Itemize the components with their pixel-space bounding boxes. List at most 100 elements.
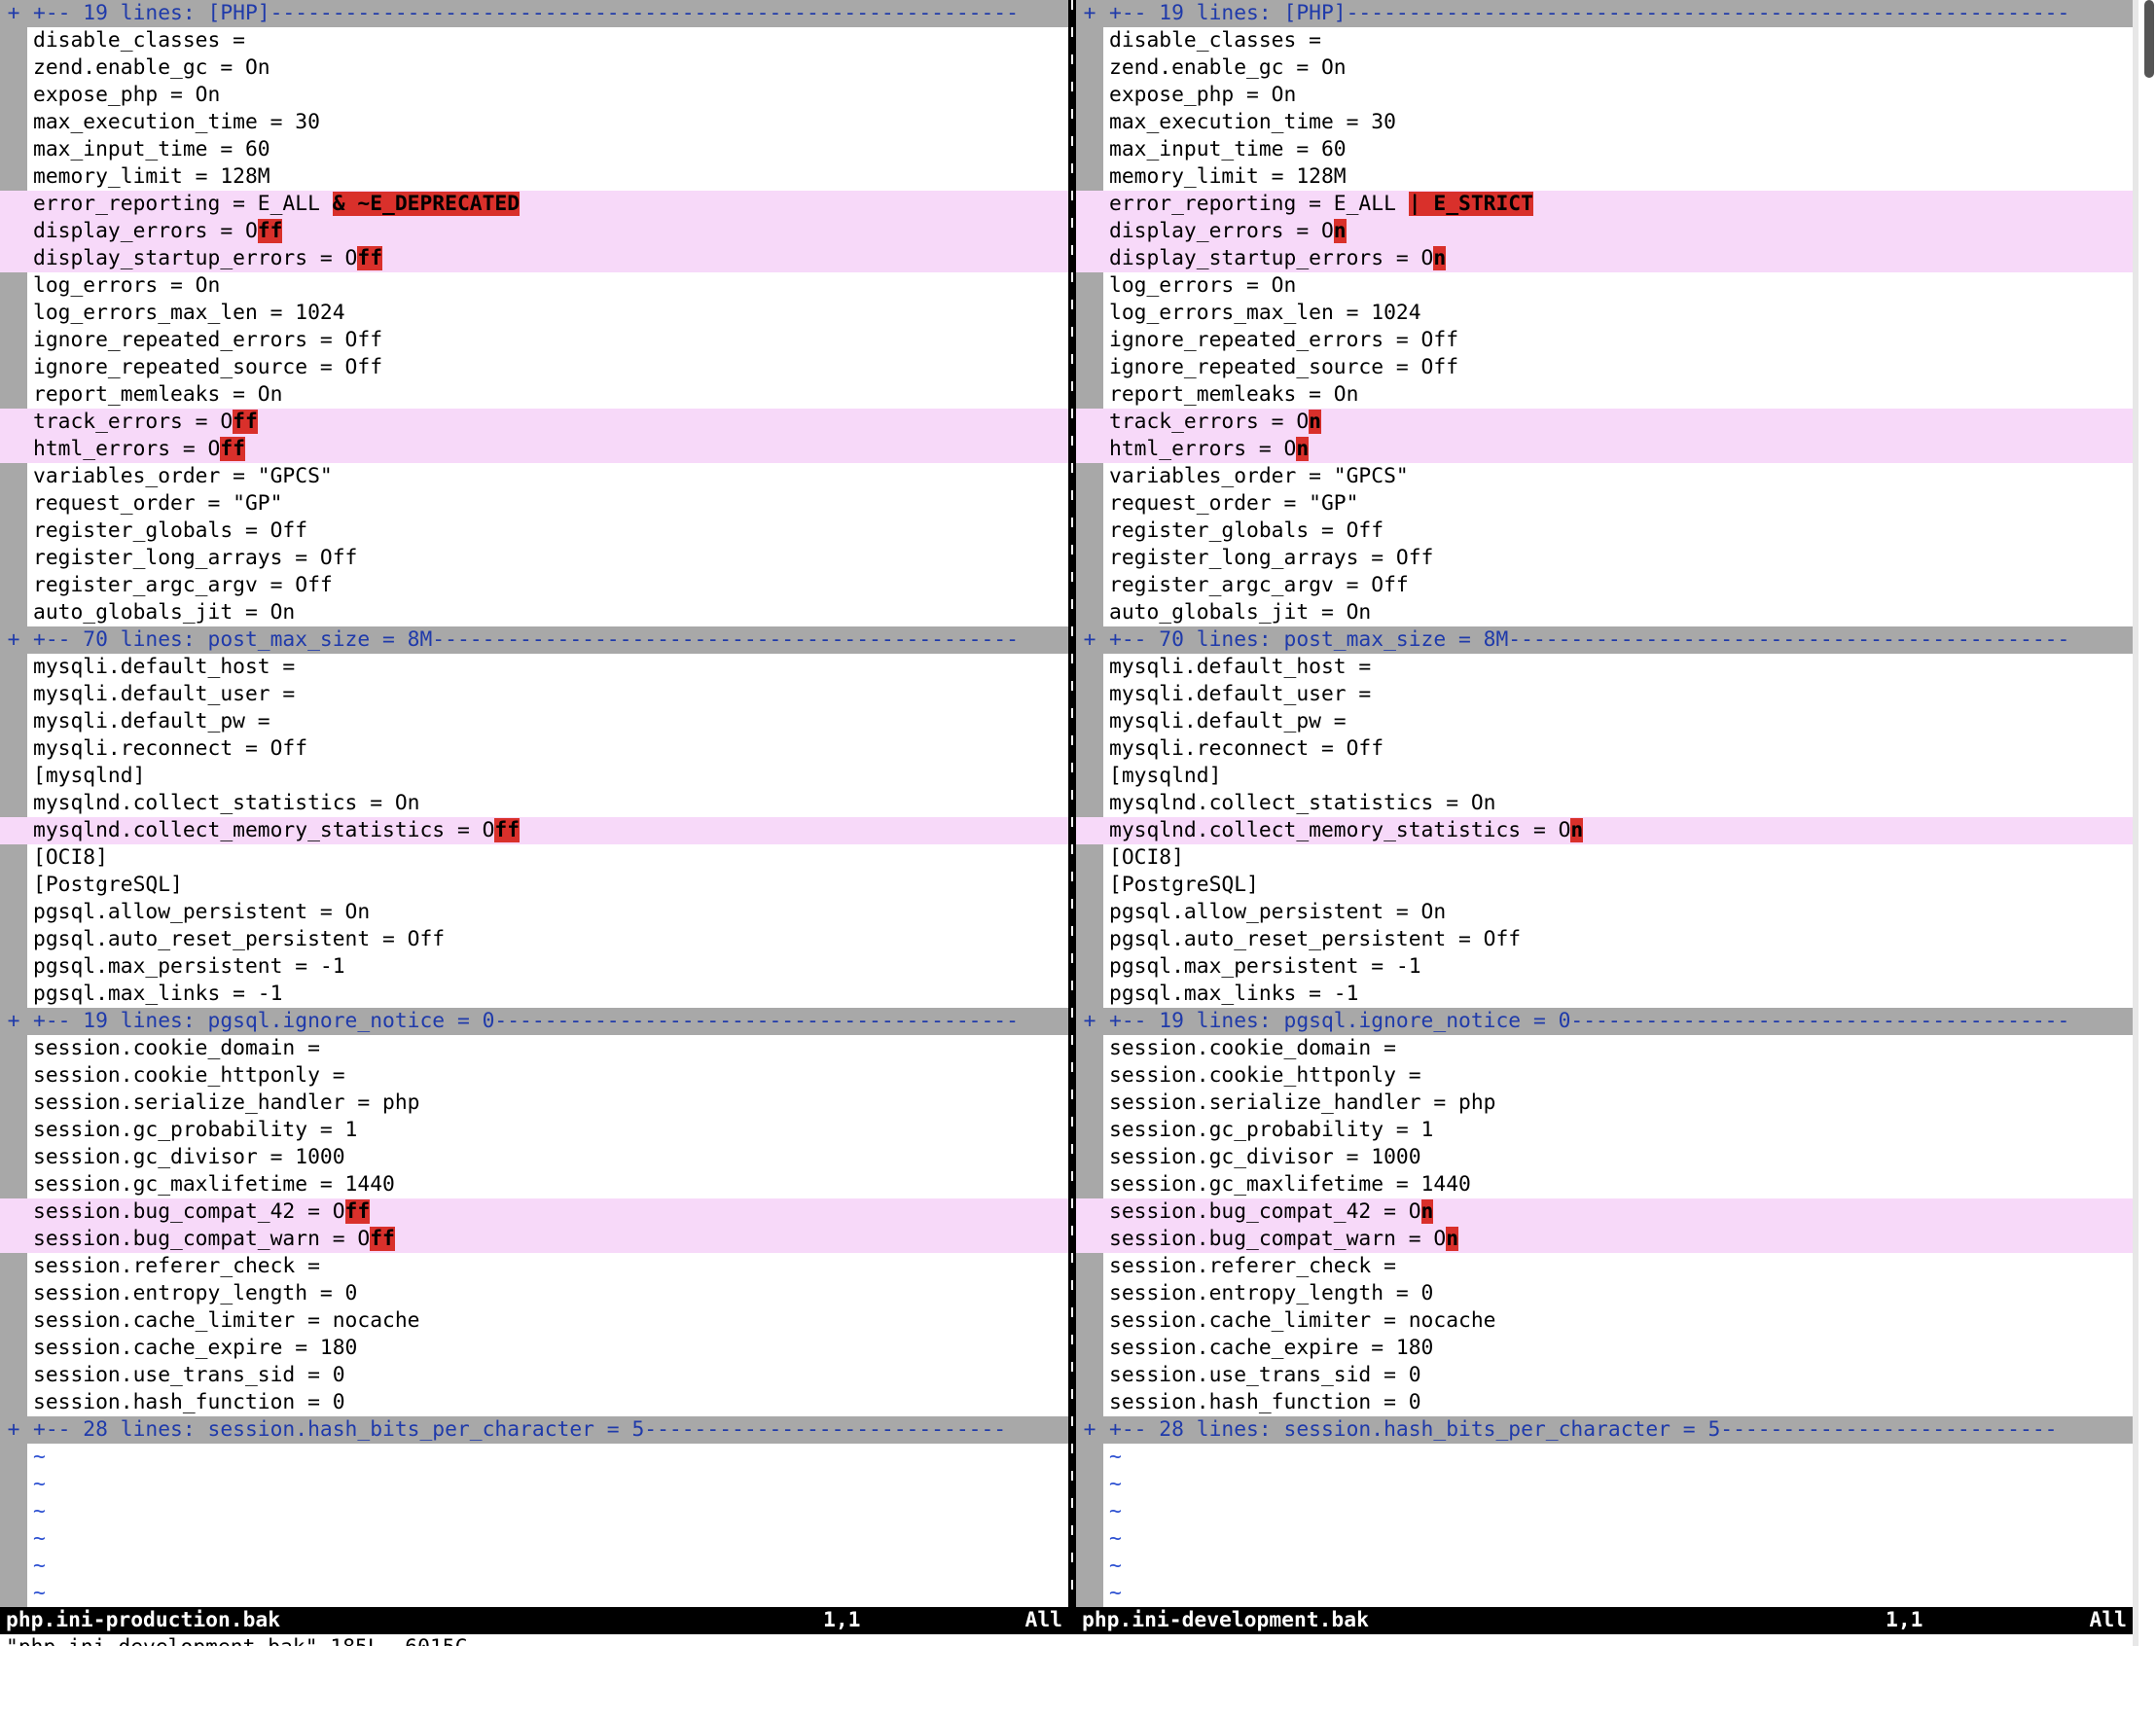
line-text: mysqlnd.collect_statistics = On: [33, 790, 419, 817]
line-text: register_globals = Off: [1109, 518, 1383, 545]
line-text-plain: session.gc_divisor = 1000: [33, 1145, 345, 1169]
right-scroll-percent: All: [2089, 1608, 2127, 1632]
code-line: [mysqlnd]: [0, 763, 1068, 790]
line-text-plain: memory_limit = 128M: [33, 164, 270, 189]
line-text-plain: session.gc_probability = 1: [33, 1118, 358, 1142]
line-text: session.entropy_length = 0: [33, 1280, 357, 1307]
fold-line[interactable]: + +-- 19 lines: [PHP]--------------------…: [0, 0, 1068, 27]
line-text-plain: report_memleaks = On: [1109, 382, 1359, 407]
changed-text: ff: [357, 246, 383, 270]
fold-line[interactable]: + +-- 70 lines: post_max_size = 8M-------…: [1076, 626, 2133, 654]
code-line: session.use_trans_sid = 0: [1076, 1362, 2133, 1389]
fold-line[interactable]: + +-- 28 lines: session.hash_bits_per_cha…: [1076, 1416, 2133, 1444]
line-text-plain: variables_order = "GPCS": [33, 464, 333, 488]
line-text: +-- 19 lines: pgsql.ignore_notice = 0---…: [33, 1008, 1019, 1035]
code-line: pgsql.max_persistent = -1: [0, 953, 1068, 981]
line-text: ~: [1109, 1498, 1122, 1525]
code-line: ignore_repeated_errors = Off: [0, 327, 1068, 354]
code-line: max_input_time = 60: [0, 136, 1068, 163]
code-line: mysqli.default_host =: [0, 654, 1068, 681]
line-text-plain: +-- 19 lines: [PHP]---------------------…: [1109, 1, 2070, 25]
line-text: variables_order = "GPCS": [1109, 463, 1409, 490]
code-line: expose_php = On: [1076, 82, 2133, 109]
changed-text: n: [1570, 818, 1584, 842]
line-text: track_errors = On: [1109, 409, 1321, 436]
line-text: session.cookie_httponly =: [33, 1062, 345, 1090]
fold-line[interactable]: + +-- 19 lines: [PHP]--------------------…: [1076, 0, 2133, 27]
line-text-plain: session.cookie_domain =: [1109, 1036, 1396, 1060]
code-line: session.hash_function = 0: [0, 1389, 1068, 1416]
line-text: pgsql.allow_persistent = On: [33, 899, 370, 926]
line-text-plain: log_errors_max_len = 1024: [1109, 301, 1421, 325]
fold-marker[interactable]: +: [0, 0, 27, 27]
changed-text: & ~E_DEPRECATED: [332, 192, 521, 216]
fold-marker[interactable]: +: [0, 1008, 27, 1035]
line-text-plain: +-- 19 lines: pgsql.ignore_notice = 0---…: [33, 1009, 1019, 1033]
empty-line-marker: ~: [1076, 1525, 2133, 1553]
changed-text: n: [1433, 246, 1447, 270]
right-lines: + +-- 19 lines: [PHP]--------------------…: [1076, 0, 2133, 1607]
code-line: session.gc_divisor = 1000: [1076, 1144, 2133, 1171]
changed-line: error_reporting = E_ALL | E_STRICT: [1076, 191, 2133, 218]
empty-line-marker: ~: [1076, 1580, 2133, 1607]
statusline-separator: [1068, 1607, 1076, 1634]
line-text-plain: ~: [33, 1472, 46, 1496]
line-text: +-- 19 lines: [PHP]---------------------…: [1109, 0, 2069, 27]
line-text: mysqli.reconnect = Off: [1109, 735, 1383, 763]
fold-line[interactable]: + +-- 19 lines: pgsql.ignore_notice = 0--…: [1076, 1008, 2133, 1035]
line-text-plain: register_globals = Off: [33, 518, 308, 543]
line-text: session.gc_divisor = 1000: [33, 1144, 345, 1171]
fold-line[interactable]: + +-- 19 lines: pgsql.ignore_notice = 0--…: [0, 1008, 1068, 1035]
line-text-plain: pgsql.max_links = -1: [33, 982, 283, 1006]
code-line: mysqli.reconnect = Off: [1076, 735, 2133, 763]
line-text-plain: ~: [33, 1554, 46, 1578]
line-text: ignore_repeated_errors = Off: [33, 327, 382, 354]
line-text: request_order = "GP": [33, 490, 282, 518]
line-text-plain: mysqli.reconnect = Off: [1109, 736, 1384, 761]
code-line: session.gc_maxlifetime = 1440: [0, 1171, 1068, 1198]
code-line: mysqli.default_host =: [1076, 654, 2133, 681]
right-diff-pane[interactable]: + +-- 19 lines: [PHP]--------------------…: [1076, 0, 2133, 1607]
line-text: pgsql.max_persistent = -1: [33, 953, 345, 981]
left-diff-pane[interactable]: + +-- 19 lines: [PHP]--------------------…: [0, 0, 1068, 1607]
line-text-plain: display_errors = O: [1109, 219, 1334, 243]
fold-marker[interactable]: +: [0, 626, 27, 654]
changed-text: n: [1420, 1199, 1434, 1224]
right-cursor-position: 1,1: [1886, 1608, 1923, 1632]
code-line: zend.enable_gc = On: [1076, 54, 2133, 82]
line-text-plain: pgsql.allow_persistent = On: [33, 900, 371, 924]
line-text-plain: display_startup_errors = O: [33, 246, 358, 270]
line-text: max_execution_time = 30: [1109, 109, 1396, 136]
fold-line[interactable]: + +-- 28 lines: session.hash_bits_per_cha…: [0, 1416, 1068, 1444]
changed-text: ff: [494, 818, 521, 842]
fold-marker[interactable]: +: [0, 1416, 27, 1444]
line-text: report_memleaks = On: [1109, 381, 1358, 409]
line-text: ~: [33, 1525, 46, 1553]
line-text: +-- 28 lines: session.hash_bits_per_char…: [33, 1416, 1006, 1444]
line-text-plain: ~: [1109, 1554, 1122, 1578]
line-text: session.cache_limiter = nocache: [1109, 1307, 1495, 1335]
line-text: auto_globals_jit = On: [1109, 599, 1371, 626]
code-line: mysqlnd.collect_statistics = On: [1076, 790, 2133, 817]
command-line[interactable]: "php.ini-development.bak" 185L, 6015C: [6, 1634, 467, 1646]
empty-line-marker: ~: [1076, 1498, 2133, 1525]
fold-line[interactable]: + +-- 70 lines: post_max_size = 8M-------…: [0, 626, 1068, 654]
vertical-split-separator[interactable]: [1068, 0, 1076, 1607]
empty-line-marker: ~: [0, 1525, 1068, 1553]
empty-line-marker: ~: [0, 1471, 1068, 1498]
code-line: mysqli.reconnect = Off: [0, 735, 1068, 763]
code-line: request_order = "GP": [0, 490, 1068, 518]
line-text: ~: [1109, 1444, 1122, 1471]
line-text: error_reporting = E_ALL | E_STRICT: [1109, 191, 1533, 218]
code-line: auto_globals_jit = On: [1076, 599, 2133, 626]
right-statusline: php.ini-development.bak 1,1 All: [1076, 1607, 2133, 1634]
fold-marker[interactable]: +: [1076, 626, 1103, 654]
fold-marker[interactable]: +: [1076, 0, 1103, 27]
line-text-plain: session.hash_function = 0: [33, 1390, 345, 1414]
fold-marker[interactable]: +: [1076, 1416, 1103, 1444]
line-text-plain: register_long_arrays = Off: [1109, 546, 1434, 570]
line-text: display_startup_errors = Off: [33, 245, 383, 272]
fold-marker[interactable]: +: [1076, 1008, 1103, 1035]
line-text: [mysqlnd]: [33, 763, 145, 790]
code-line: pgsql.auto_reset_persistent = Off: [0, 926, 1068, 953]
